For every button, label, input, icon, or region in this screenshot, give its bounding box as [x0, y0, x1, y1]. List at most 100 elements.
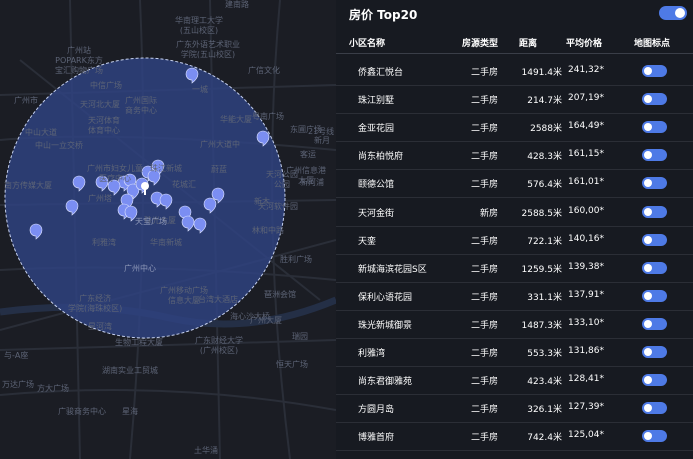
- map-label-xinhe: 新河浦: [300, 178, 324, 187]
- map-marker-toggle[interactable]: [642, 149, 667, 162]
- map-label-shengwu: 生物工程大厦: [115, 338, 163, 347]
- map-label-xinghai: 星海: [122, 407, 138, 416]
- map-label-hunan: 湖南实业工贸城: [102, 366, 158, 375]
- table-row[interactable]: 天銮 二手房 722.1米 140,16*: [336, 226, 693, 255]
- map-marker-toggle[interactable]: [642, 261, 667, 274]
- house-type: 二手房: [470, 68, 498, 78]
- map-view[interactable]: 建南路 华南理工大学 (五山校区) 广州站 POPARK东方 宝汇购物广场 广东外语艺…: [0, 0, 336, 459]
- toggle-knob: [644, 151, 652, 160]
- table-row[interactable]: 博雅首府 二手房 742.4米 125,04*: [336, 422, 693, 452]
- map-label-zhujiang: 珠江新城: [150, 164, 182, 173]
- toggle-knob: [644, 432, 652, 441]
- community-name: 利雅湾: [358, 349, 386, 359]
- map-marker-toggle[interactable]: [642, 93, 667, 106]
- map-marker-toggle[interactable]: [642, 346, 667, 358]
- map-marker-toggle[interactable]: [642, 177, 667, 190]
- map-label-funv: 广州市妇女儿童 医疗中心: [87, 164, 143, 183]
- map-marker-toggle[interactable]: [642, 205, 667, 218]
- table-row[interactable]: 尚东君御雅苑 二手房 423.4米 128,41*: [336, 366, 693, 396]
- community-name: 博雅首府: [358, 433, 395, 444]
- toggle-knob: [644, 348, 652, 356]
- distance: 1259.5米: [521, 264, 563, 275]
- distance: 1491.4米: [521, 68, 563, 78]
- average-price: 127,39*: [568, 402, 604, 413]
- average-price: 161,01*: [568, 177, 604, 188]
- distance: 576.4米: [527, 180, 562, 191]
- toggle-knob: [644, 404, 652, 413]
- header-map-marker: 地图标点: [634, 39, 671, 49]
- map-label-zhongshan-lijiao: 中山一立交桥: [35, 141, 83, 150]
- table-row[interactable]: 方圆月岛 二手房 326.1米 127,39*: [336, 394, 693, 424]
- map-marker-toggle[interactable]: [642, 317, 667, 330]
- average-price: 128,41*: [568, 374, 604, 385]
- community-name: 方圆月岛: [358, 405, 395, 416]
- map-marker-toggle[interactable]: [642, 289, 667, 302]
- distance: 331.1米: [527, 292, 562, 303]
- map-label-guangzhou-ta: 广州塔: [88, 194, 112, 203]
- header-community-name: 小区名称: [349, 39, 386, 49]
- distance: 722.1米: [527, 236, 562, 247]
- house-type: 二手房: [470, 96, 498, 107]
- header-house-type: 房源类型: [462, 39, 499, 49]
- distance: 214.7米: [527, 96, 562, 107]
- toggle-knob: [644, 235, 652, 244]
- toggle-knob: [644, 179, 652, 188]
- map-label-guangdong-caijing: 广东财经大学 (广州校区): [195, 336, 243, 355]
- toggle-knob: [644, 291, 652, 300]
- map-label-zhongxin: 中信广场: [90, 81, 122, 90]
- house-type: 二手房: [470, 349, 498, 359]
- table-row[interactable]: 利雅湾 二手房 553.3米 131,86*: [336, 338, 693, 367]
- map-label-gongye: 华南理工大学 (五山校区): [175, 16, 223, 35]
- map-marker-toggle[interactable]: [642, 430, 667, 443]
- community-name: 珠江别墅: [358, 96, 395, 107]
- house-type: 二手房: [470, 292, 498, 303]
- map-label-guangzhou-station: 广州站 POPARK东方 宝汇购物广场: [55, 46, 103, 75]
- map-marker-toggle[interactable]: [642, 121, 667, 134]
- header-average-price: 平均价格: [566, 39, 603, 49]
- panel-title: 房价 Top20: [349, 8, 418, 22]
- average-price: 164,49*: [568, 121, 604, 132]
- toggle-knob: [644, 263, 652, 272]
- map-label-tianbao: 天宝广场: [135, 217, 167, 226]
- map-label-wandaguang: 万达广场: [2, 380, 34, 389]
- map-label-guangxin: 广信文化: [248, 66, 280, 75]
- distance: 2588.5米: [521, 208, 563, 219]
- map-label-shengli: 胜利广场: [280, 255, 312, 264]
- house-type: 二手房: [470, 433, 498, 444]
- table-row[interactable]: 保利心语花园 二手房 331.1米 137,91*: [336, 282, 693, 311]
- community-name: 颐德公馆: [358, 180, 395, 191]
- map-label-waiyu: 广东外语艺术职业 学院(五山校区): [176, 40, 240, 59]
- map-label-tianhe-bei: 天河北大厦: [80, 100, 120, 109]
- map-marker-toggle[interactable]: [642, 402, 667, 415]
- table-row[interactable]: 尚东柏悦府 二手房 428.3米 161,15*: [336, 141, 693, 171]
- table-row[interactable]: 金亚花园 二手房 2588米 164,49*: [336, 113, 693, 143]
- house-type: 二手房: [470, 152, 498, 163]
- map-label-guangzhou-ta2: 广州大厦: [250, 316, 282, 325]
- map-marker-toggle[interactable]: [642, 374, 667, 387]
- table-row[interactable]: 侨鑫汇悦台 二手房 1491.4米 241,32*: [336, 57, 693, 86]
- table-row[interactable]: 新城海滨花园S区 二手房 1259.5米 139,38*: [336, 254, 693, 283]
- community-name: 金亚花园: [358, 124, 395, 135]
- toggle-knob: [644, 95, 652, 104]
- community-name: 天銮: [358, 236, 377, 247]
- map-label-fangda: 方大广场: [37, 384, 69, 393]
- community-name: 新城海滨花园S区: [358, 264, 427, 275]
- map-marker-toggle[interactable]: [642, 233, 667, 246]
- map-label-huanan: 华南新城: [150, 238, 182, 247]
- average-price: 241,32*: [568, 65, 604, 75]
- average-price: 133,10*: [568, 317, 604, 328]
- table-row[interactable]: 颐德公馆 二手房 576.4米 161,01*: [336, 169, 693, 199]
- average-price: 125,04*: [568, 430, 604, 441]
- distance: 742.4米: [527, 433, 562, 444]
- map-marker-toggle[interactable]: [642, 65, 667, 77]
- table-row[interactable]: 珠江别墅 二手房 214.7米 207,19*: [336, 85, 693, 115]
- table-row[interactable]: 珠光新城御景 二手房 1487.3米 133,10*: [336, 310, 693, 339]
- average-price: 131,86*: [568, 346, 604, 356]
- distance: 428.3米: [527, 152, 562, 163]
- toggle-knob: [675, 8, 685, 18]
- map-label-tutang: 土华涌: [194, 446, 218, 455]
- distance: 2588米: [530, 124, 562, 135]
- panel-toggle[interactable]: [659, 6, 687, 20]
- map-label-jianan: 建南路: [225, 0, 249, 9]
- table-row[interactable]: 天河金街 新房 2588.5米 160,00*: [336, 198, 693, 227]
